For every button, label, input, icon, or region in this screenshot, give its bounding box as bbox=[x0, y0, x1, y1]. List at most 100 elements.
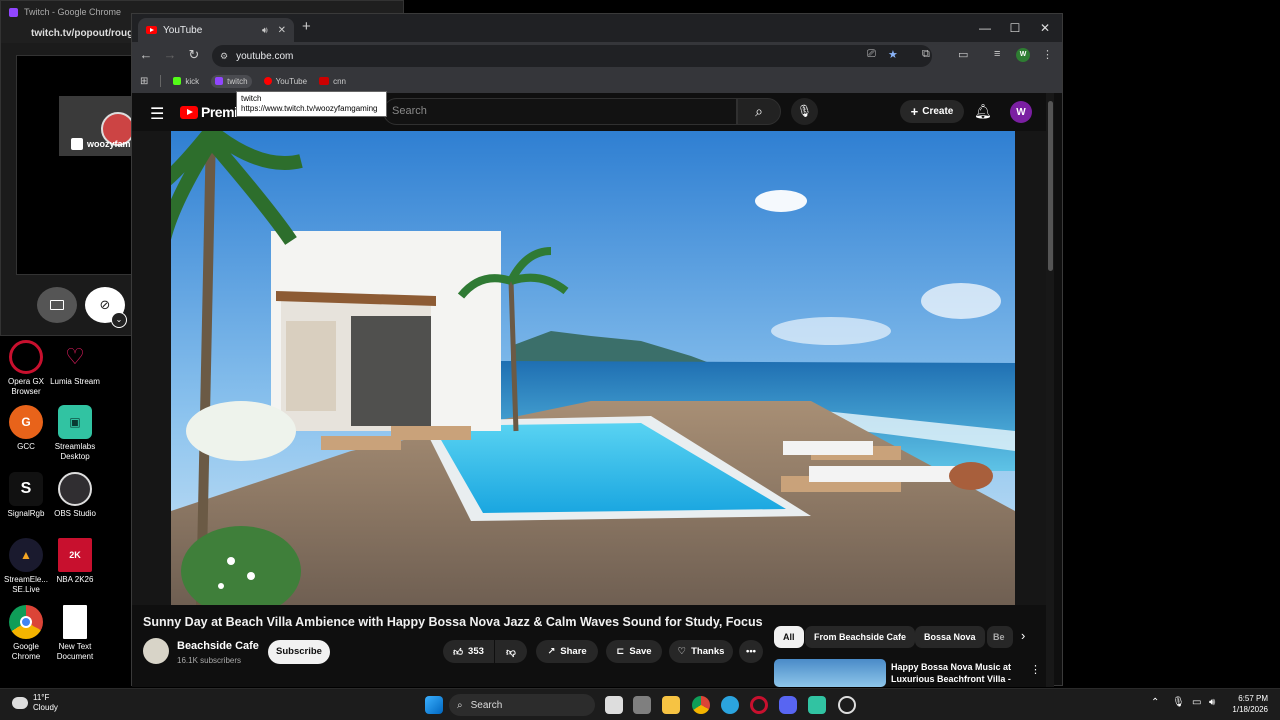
account-avatar[interactable]: W bbox=[1010, 101, 1032, 123]
volume-icon[interactable]: 🔊︎ bbox=[1209, 697, 1215, 708]
chip-from-beachside-cafe[interactable]: From Beachside Cafe bbox=[805, 626, 916, 648]
file-explorer-icon[interactable] bbox=[662, 696, 680, 714]
like-button[interactable]: 👍︎ 353 bbox=[443, 640, 494, 663]
weather-widget[interactable]: 11°F Cloudy bbox=[12, 693, 58, 713]
twitch-stream-preview: woozyfam bbox=[59, 96, 139, 156]
subscribe-button[interactable]: Subscribe bbox=[268, 640, 330, 664]
desktop-icon-label: Google Chrome bbox=[11, 642, 41, 661]
windows-start-icon[interactable] bbox=[425, 696, 443, 714]
text-document-icon bbox=[63, 605, 87, 639]
recommendation-menu-icon[interactable]: ⋮ bbox=[1030, 663, 1041, 676]
edge-icon[interactable] bbox=[721, 696, 739, 714]
chrome-window[interactable]: YouTube 🔊︎ ✕ + — ☐ ✕ ← → ↻ ⚙ youtube.com… bbox=[131, 13, 1063, 687]
desktop-icon-streamelements[interactable]: ▲ StreamEle... SE.Live bbox=[0, 538, 53, 595]
address-bar[interactable]: ⚙ youtube.com bbox=[212, 45, 932, 67]
save-button[interactable]: ⊏ Save bbox=[606, 640, 662, 663]
streamlabs-taskbar-icon[interactable] bbox=[808, 696, 826, 714]
site-info-icon[interactable]: ⚙ bbox=[220, 51, 228, 62]
channel-avatar[interactable] bbox=[143, 638, 169, 664]
apps-grid-icon[interactable]: ⊞ bbox=[140, 76, 148, 87]
notifications-bell-icon[interactable]: 🔔︎ bbox=[974, 103, 992, 120]
extension-icon[interactable]: ≡ bbox=[994, 48, 1000, 60]
tray-chevron-icon[interactable]: ⌃ bbox=[1151, 697, 1159, 708]
desktop-icon-gcc[interactable]: G GCC bbox=[0, 405, 53, 452]
video-frame-beach-villa[interactable] bbox=[171, 131, 1015, 605]
search-button[interactable]: ⌕ bbox=[737, 98, 781, 125]
address-bar-url: youtube.com bbox=[236, 50, 294, 62]
page-scrollbar[interactable] bbox=[1046, 93, 1054, 687]
chip-all[interactable]: All bbox=[774, 626, 804, 648]
bookmark-star-icon[interactable]: ★ bbox=[888, 48, 898, 61]
close-button[interactable]: ✕ bbox=[1030, 18, 1060, 38]
nba2k26-icon: 2K bbox=[58, 538, 92, 572]
audio-playing-icon[interactable]: 🔊︎ bbox=[262, 25, 268, 36]
video-title: Sunny Day at Beach Villa Ambience with H… bbox=[143, 615, 763, 629]
desktop-icon-lumia-stream[interactable]: ♡ Lumia Stream bbox=[48, 340, 102, 387]
browser-menu-icon[interactable]: ⋮ bbox=[1042, 48, 1053, 61]
bookmark-youtube[interactable]: YouTube bbox=[263, 77, 307, 86]
thanks-button[interactable]: ♡ Thanks bbox=[669, 640, 733, 663]
desktop-icon-opera-gx[interactable]: Opera GX Browser bbox=[0, 340, 53, 397]
thanks-label: Thanks bbox=[691, 646, 725, 657]
discord-icon[interactable] bbox=[779, 696, 797, 714]
cast-icon[interactable]: ⎚ bbox=[867, 48, 876, 61]
tab-youtube[interactable]: YouTube 🔊︎ ✕ bbox=[138, 18, 294, 42]
weather-temp: 11°F bbox=[33, 693, 50, 702]
desktop-icon-streamlabs[interactable]: ▣ Streamlabs Desktop bbox=[48, 405, 102, 462]
maximize-button[interactable]: ☐ bbox=[1000, 18, 1030, 38]
voice-search-button[interactable]: 🎙︎ bbox=[791, 98, 818, 125]
opera-gx-taskbar-icon[interactable] bbox=[750, 696, 768, 714]
task-view-icon[interactable] bbox=[605, 696, 623, 714]
desktop-icon-nba2k26[interactable]: 2K NBA 2K26 bbox=[48, 538, 102, 585]
video-player[interactable] bbox=[132, 131, 1052, 605]
desktop-icon-text-document[interactable]: New Text Document bbox=[48, 605, 102, 662]
chip-bossa-nova[interactable]: Bossa Nova bbox=[915, 626, 985, 648]
minimize-button[interactable]: — bbox=[970, 18, 1000, 38]
profile-avatar[interactable]: W bbox=[1016, 48, 1030, 62]
taskbar-search-label: Search bbox=[470, 699, 503, 711]
forward-button[interactable]: → bbox=[158, 47, 182, 62]
chips-next-chevron-icon[interactable]: › bbox=[1021, 628, 1025, 643]
taskbar-chrome-icon[interactable] bbox=[692, 696, 710, 714]
back-button[interactable]: ← bbox=[134, 47, 158, 62]
desktop-icon-label: SignalRgb bbox=[7, 509, 45, 518]
new-tab-button[interactable]: + bbox=[302, 18, 311, 35]
lumia-taskbar-icon[interactable] bbox=[838, 696, 856, 714]
reload-button[interactable]: ↻ bbox=[182, 47, 206, 63]
widgets-icon[interactable] bbox=[633, 696, 651, 714]
desktop-icon-obs[interactable]: OBS Studio bbox=[48, 472, 102, 519]
taskbar-clock[interactable]: 6:57 PM 1/18/2026 bbox=[1232, 693, 1268, 715]
bookmark-twitch[interactable]: twitch bbox=[211, 74, 252, 88]
twitch-window-title: Twitch - Google Chrome bbox=[24, 7, 122, 17]
thanks-heart-icon: ♡ bbox=[677, 646, 687, 657]
camera-options-button[interactable]: ⌄ bbox=[111, 312, 127, 328]
screen-share-button[interactable] bbox=[37, 287, 77, 323]
recommendation-title[interactable]: Happy Bossa Nova Music at Luxurious Beac… bbox=[891, 661, 1021, 685]
dislike-button[interactable]: 👎︎ bbox=[495, 640, 527, 663]
side-panel-icon[interactable]: ▭ bbox=[958, 48, 968, 61]
bookmark-kick[interactable]: kick bbox=[173, 77, 199, 86]
search-input[interactable]: Search bbox=[383, 98, 737, 125]
desktop-icon-signalrgb[interactable]: S SignalRgb bbox=[0, 472, 53, 519]
browser-toolbar: ← → ↻ ⚙ youtube.com ⎚ ★ ⧉ ▭ ≡ W ⋮ bbox=[132, 42, 1062, 69]
scrollbar-thumb[interactable] bbox=[1048, 101, 1053, 271]
camera-off-icon: ⊘ bbox=[99, 297, 111, 312]
twitch-favicon-icon bbox=[215, 77, 224, 85]
more-actions-button[interactable]: ••• bbox=[739, 640, 763, 663]
clock-date: 1/18/2026 bbox=[1232, 705, 1268, 714]
menu-icon[interactable]: ☰ bbox=[150, 104, 164, 124]
desktop-icon-label: New Text Document bbox=[56, 642, 94, 661]
chip-be[interactable]: Be bbox=[987, 626, 1013, 648]
tab-close-icon[interactable]: ✕ bbox=[278, 25, 286, 36]
share-button[interactable]: ↗ Share bbox=[536, 640, 598, 663]
recommendation-thumbnail[interactable] bbox=[774, 659, 886, 687]
microphone-tray-icon[interactable]: 🎙︎ bbox=[1172, 697, 1185, 708]
extensions-icon[interactable]: ⧉ bbox=[922, 48, 930, 61]
weather-cloudy-icon bbox=[12, 697, 28, 709]
taskbar-search[interactable]: ⌕ Search bbox=[449, 694, 595, 716]
create-button[interactable]: + Create bbox=[900, 100, 964, 123]
desktop-icon-chrome[interactable]: Google Chrome bbox=[0, 605, 53, 662]
channel-name[interactable]: Beachside Cafe bbox=[177, 640, 259, 652]
network-icon[interactable]: ▭ bbox=[1192, 697, 1201, 708]
bookmark-cnn[interactable]: cnn bbox=[319, 77, 346, 86]
